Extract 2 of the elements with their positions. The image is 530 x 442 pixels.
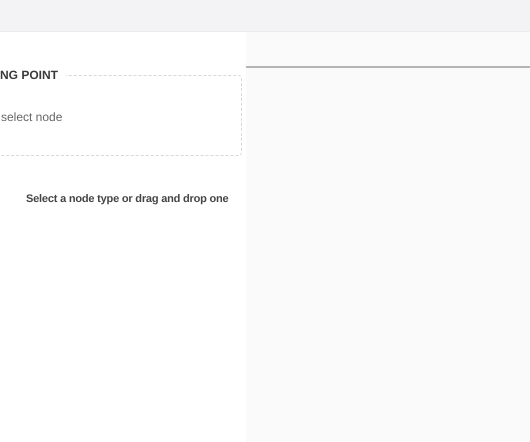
instruction-text: Select a node type or drag and drop one	[26, 192, 230, 207]
node-select-placeholder: select node	[1, 109, 62, 126]
